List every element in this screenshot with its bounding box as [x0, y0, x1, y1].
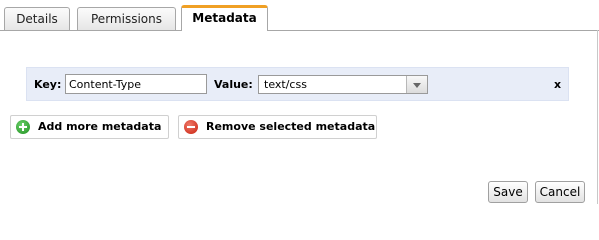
panel-border [597, 30, 598, 204]
remove-icon [184, 120, 198, 134]
cancel-button[interactable]: Cancel [535, 181, 585, 203]
remove-metadata-button[interactable]: Remove selected metadata [178, 115, 377, 139]
add-icon [16, 120, 30, 134]
remove-metadata-label: Remove selected metadata [206, 120, 376, 133]
key-input[interactable] [65, 74, 207, 94]
tab-divider [0, 30, 599, 31]
tab-bar: Details Permissions Metadata [0, 0, 599, 31]
tab-metadata[interactable]: Metadata [181, 5, 268, 31]
value-label: Value: [214, 78, 253, 91]
value-select-text: text/css [264, 78, 307, 91]
value-select[interactable]: text/css [258, 75, 428, 94]
metadata-row[interactable]: Key: Value: text/css x [26, 67, 569, 101]
add-metadata-button[interactable]: Add more metadata [10, 115, 169, 139]
key-label: Key: [34, 78, 62, 91]
tab-permissions[interactable]: Permissions [77, 7, 176, 30]
tab-details[interactable]: Details [4, 7, 70, 30]
save-button[interactable]: Save [488, 181, 528, 203]
chevron-down-icon[interactable] [406, 76, 427, 93]
add-metadata-label: Add more metadata [38, 120, 162, 133]
remove-row-button[interactable]: x [554, 78, 561, 91]
